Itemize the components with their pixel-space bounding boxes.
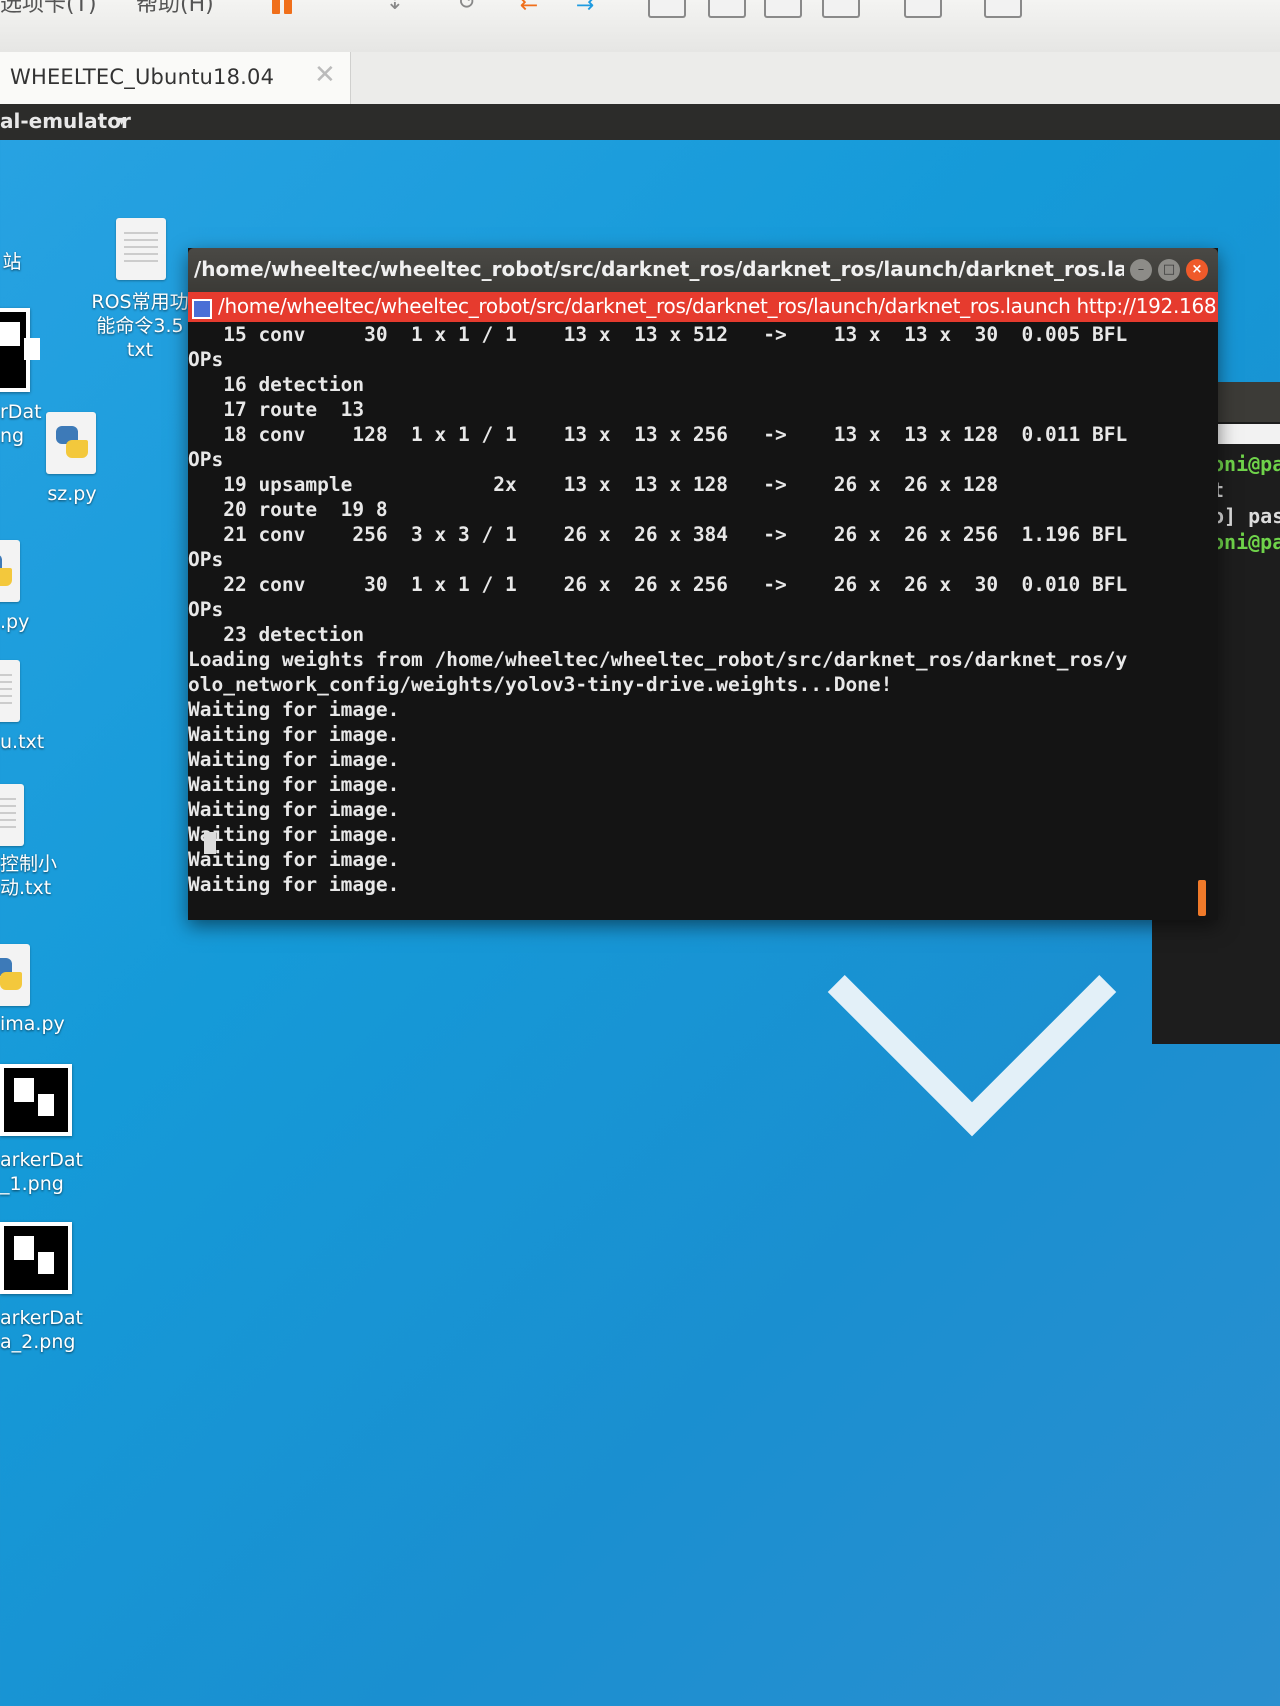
desktop-icon[interactable]: 站	[0, 250, 24, 274]
image-file-icon	[0, 1222, 72, 1294]
orange-indicator	[1198, 880, 1206, 916]
terminal-line: Waiting for image.	[188, 698, 400, 721]
text-file-icon	[116, 218, 166, 280]
bg-terminal-line: oni@pa	[1212, 530, 1280, 554]
desktop-icon-label: 控制小 动.txt	[0, 853, 58, 899]
image-file-icon	[0, 308, 40, 392]
desktop-icon-label: rDat ng	[0, 401, 42, 447]
vm-tab-label: WHEELTEC_Ubuntu18.04	[10, 65, 275, 89]
stretch-icon[interactable]	[984, 0, 1022, 18]
terminal-line: 23 detection	[188, 623, 365, 646]
library-icon[interactable]	[648, 0, 686, 18]
thumbnail-icon[interactable]	[708, 0, 746, 18]
window-title: /home/wheeltec/wheeltec_robot/src/darkne…	[194, 257, 1124, 281]
text-file-icon	[0, 660, 20, 722]
terminal-line: olo_network_config/weights/yolov3-tiny-d…	[188, 673, 893, 696]
terminal-line: 22 conv 30 1 x 1 / 1 26 x 26 x 256 -> 26…	[188, 573, 1128, 596]
console-view-icon[interactable]	[904, 0, 942, 18]
bg-terminal-line: o] pas	[1212, 504, 1280, 528]
terminal-line: 16 detection	[188, 373, 365, 396]
text-cursor	[204, 832, 216, 854]
vm-tab[interactable]: WHEELTEC_Ubuntu18.04 ✕	[0, 52, 351, 104]
snapshot-icon[interactable]: ↺	[450, 0, 484, 16]
desktop-icon-label: arkerDat a_2.png	[0, 1307, 84, 1353]
terminal-line: 19 upsample 2x 13 x 13 x 128 -> 26 x 26 …	[188, 473, 999, 496]
terminal-tab-bar: /home/wheeltec/wheeltec_robot/src/darkne…	[188, 292, 1218, 322]
host-menu-bar: 选项卡(T) 帮助(H) ⇣ ↺ ⇇ ⇉	[0, 0, 1280, 53]
terminal-line: 20 route 19 8	[188, 498, 388, 521]
terminal-line: Waiting for image.	[188, 873, 400, 896]
python-file-icon	[0, 944, 30, 1006]
ubuntu-top-bar: al-emulator ▾	[0, 104, 1280, 140]
terminal-titlebar[interactable]: /home/wheeltec/wheeltec_robot/src/darkne…	[188, 248, 1218, 292]
maximize-icon[interactable]: □	[1158, 259, 1180, 281]
background-terminal-lower	[1152, 920, 1280, 1044]
desktop-icon-label: .py	[0, 611, 30, 633]
terminal-tab-icon	[192, 299, 212, 319]
desktop-icon-label: ima.py	[0, 1013, 65, 1035]
close-icon[interactable]: ✕	[314, 60, 336, 90]
python-file-icon	[46, 412, 96, 474]
terminal-line: OPs	[188, 598, 224, 621]
terminal-line: OPs	[188, 348, 224, 371]
desktop-icon-label: sz.py	[47, 483, 97, 505]
unity-icon[interactable]	[822, 0, 860, 18]
desktop-icon-label: u.txt	[0, 731, 45, 753]
close-window-icon[interactable]: ×	[1186, 259, 1208, 281]
terminal-line: Waiting for image.	[188, 848, 400, 871]
terminal-line: Waiting for image.	[188, 723, 400, 746]
terminal-line: 21 conv 256 3 x 3 / 1 26 x 26 x 384 -> 2…	[188, 523, 1128, 546]
pause-icon[interactable]	[268, 0, 302, 16]
terminal-line: 17 route 13	[188, 398, 365, 421]
manage-snapshots-icon[interactable]: ⇉	[568, 0, 602, 16]
desktop-icon-label: ROS常用功 能命令3.5 txt	[91, 291, 189, 361]
terminal-window[interactable]: /home/wheeltec/wheeltec_robot/src/darkne…	[188, 248, 1218, 920]
fullscreen-icon[interactable]	[764, 0, 802, 18]
terminal-line: OPs	[188, 448, 224, 471]
terminal-line: Waiting for image.	[188, 823, 400, 846]
bg-terminal-line: oni@pa	[1212, 452, 1280, 476]
python-file-icon	[0, 540, 20, 602]
terminal-line: OPs	[188, 548, 224, 571]
send-keys-icon[interactable]: ⇣	[378, 0, 412, 16]
terminal-line: Waiting for image.	[188, 748, 400, 771]
terminal-line: 18 conv 128 1 x 1 / 1 13 x 13 x 256 -> 1…	[188, 423, 1128, 446]
menu-help[interactable]: 帮助(H)	[136, 0, 214, 18]
chevron-down-icon[interactable]: ▾	[118, 113, 125, 129]
desktop-icon-label: 站	[2, 251, 22, 273]
revert-snapshot-icon[interactable]: ⇇	[512, 0, 546, 16]
text-file-icon	[0, 784, 24, 846]
minimize-icon[interactable]: –	[1130, 259, 1152, 281]
menu-tabs[interactable]: 选项卡(T)	[0, 0, 97, 18]
vm-tab-strip: WHEELTEC_Ubuntu18.04 ✕	[0, 52, 1280, 105]
image-file-icon	[0, 1064, 72, 1136]
terminal-line: Waiting for image.	[188, 773, 400, 796]
desktop-icon-label: arkerDat _1.png	[0, 1149, 84, 1195]
app-menu[interactable]: al-emulator	[0, 109, 131, 133]
terminal-tab[interactable]: /home/wheeltec/wheeltec_robot/src/darkne…	[218, 294, 1217, 318]
terminal-line: 15 conv 30 1 x 1 / 1 13 x 13 x 512 -> 13…	[188, 323, 1128, 346]
terminal-line: Loading weights from /home/wheeltec/whee…	[188, 648, 1128, 671]
terminal-output[interactable]: 15 conv 30 1 x 1 / 1 13 x 13 x 512 -> 13…	[188, 322, 1218, 920]
terminal-line: Waiting for image.	[188, 798, 400, 821]
